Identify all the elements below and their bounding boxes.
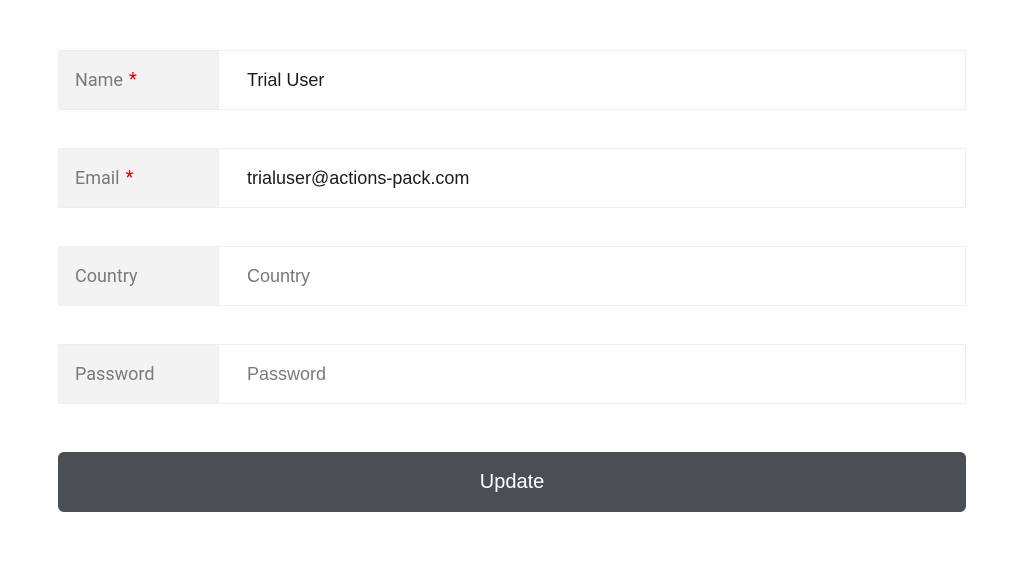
country-label-cell: Country xyxy=(58,246,218,306)
country-label: Country xyxy=(75,266,138,287)
name-label-cell: Name * xyxy=(58,50,218,110)
name-input-cell xyxy=(218,50,966,110)
name-field[interactable] xyxy=(219,51,965,109)
form-row-country: Country xyxy=(58,246,966,306)
country-input-cell xyxy=(218,246,966,306)
password-label-cell: Password xyxy=(58,344,218,404)
email-label-cell: Email * xyxy=(58,148,218,208)
form-row-email: Email * xyxy=(58,148,966,208)
required-asterisk-icon: * xyxy=(126,169,134,187)
country-field[interactable] xyxy=(219,247,965,305)
profile-form: Name * Email * Country Password Update xyxy=(58,50,966,512)
form-row-name: Name * xyxy=(58,50,966,110)
password-field[interactable] xyxy=(219,345,965,403)
required-asterisk-icon: * xyxy=(129,71,137,89)
password-input-cell xyxy=(218,344,966,404)
name-label: Name xyxy=(75,70,123,91)
email-field[interactable] xyxy=(219,149,965,207)
password-label: Password xyxy=(75,364,155,385)
email-input-cell xyxy=(218,148,966,208)
form-row-password: Password xyxy=(58,344,966,404)
update-button[interactable]: Update xyxy=(58,452,966,512)
email-label: Email xyxy=(75,168,120,189)
